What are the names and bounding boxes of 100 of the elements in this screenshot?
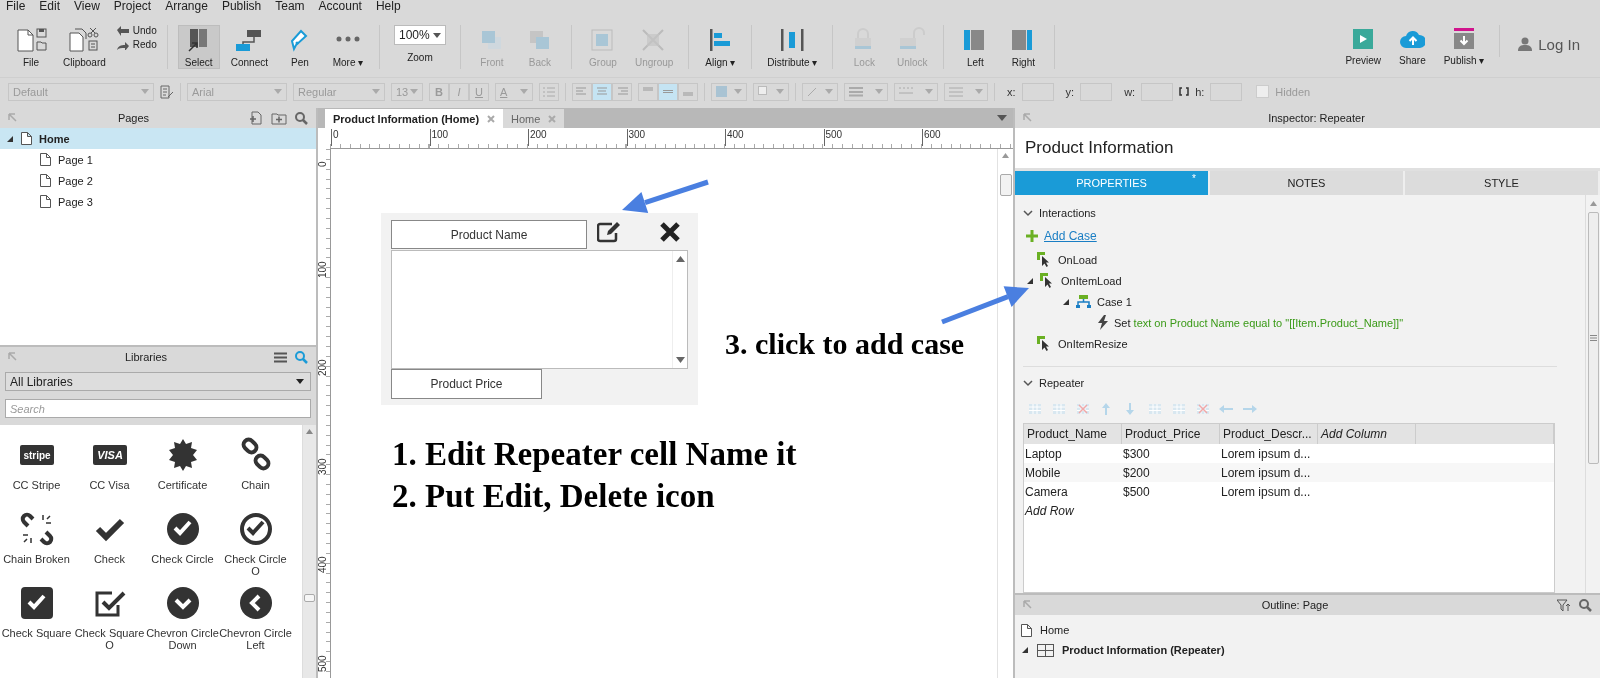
menu-item[interactable]: View xyxy=(74,0,100,15)
toolbar-button[interactable]: Select xyxy=(177,25,220,69)
page-item[interactable]: Page 2 xyxy=(0,170,316,191)
scroll-up-icon[interactable] xyxy=(675,256,685,262)
close-icon[interactable] xyxy=(659,222,681,242)
menu-item[interactable]: Project xyxy=(113,0,152,15)
menu-item[interactable]: File xyxy=(6,0,26,15)
filter-icon[interactable] xyxy=(1557,598,1571,612)
library-item[interactable]: stripe CC Stripe xyxy=(0,437,73,511)
library-item[interactable]: Check Circle O xyxy=(219,511,292,585)
search-icon[interactable] xyxy=(295,111,308,125)
outline-item[interactable]: Product Information (Repeater) xyxy=(1021,640,1600,660)
library-item[interactable]: Check xyxy=(73,511,146,585)
event-item[interactable]: OnItemLoad xyxy=(1061,274,1122,287)
caret-icon[interactable] xyxy=(997,115,1007,121)
scrollbar-thumb[interactable] xyxy=(1587,212,1599,464)
undo-button[interactable]: Undo xyxy=(116,25,157,36)
add-column-icon[interactable] xyxy=(1171,403,1185,415)
toolbar-button[interactable]: More ▾ xyxy=(326,25,369,69)
outline-item[interactable]: Home xyxy=(1021,620,1600,640)
add-folder-icon[interactable] xyxy=(271,111,287,125)
library-item[interactable]: Certificate xyxy=(146,437,219,511)
search-field[interactable]: Search xyxy=(5,399,311,418)
right-arrow-icon[interactable] xyxy=(1243,403,1257,415)
menu-item[interactable]: Team xyxy=(275,0,305,15)
library-item[interactable]: Chain xyxy=(219,437,292,511)
zoom-dropdown[interactable]: 100% xyxy=(393,25,446,45)
add-column-cell[interactable]: Add Column xyxy=(1318,424,1416,444)
document-tab[interactable]: Product Information (Home) xyxy=(325,109,504,128)
library-item[interactable]: Chain Broken xyxy=(0,511,73,585)
library-item[interactable]: Chevron Circle Left xyxy=(219,585,292,659)
collapse-icon[interactable] xyxy=(6,134,14,143)
menu-item[interactable]: Edit xyxy=(39,0,61,15)
column-header[interactable]: Product_Descr... xyxy=(1220,424,1318,444)
toolbar-button[interactable]: Clipboard xyxy=(58,25,111,69)
scroll-up-icon[interactable] xyxy=(1589,201,1597,206)
action-item[interactable]: Set text on Product Name equal to "[[Item.Product_Name]]" xyxy=(1114,316,1404,329)
collapse-icon[interactable] xyxy=(1023,379,1033,387)
pin-icon[interactable] xyxy=(8,113,18,123)
library-item[interactable]: Check Square O xyxy=(73,585,146,659)
library-item[interactable]: Chevron Circle Down xyxy=(146,585,219,659)
library-dropdown[interactable]: All Libraries xyxy=(5,372,311,391)
toolbar-button[interactable]: Distribute ▾ xyxy=(762,25,823,69)
collapse-icon[interactable] xyxy=(1023,209,1033,217)
menu-item[interactable]: Account xyxy=(318,0,362,15)
scrollbar-thumb[interactable] xyxy=(304,594,315,602)
toolbar-button[interactable]: Right xyxy=(1002,25,1045,69)
event-item[interactable]: OnItemResize xyxy=(1058,337,1128,350)
menu-item[interactable]: Arrange xyxy=(165,0,208,15)
collapse-icon[interactable] xyxy=(1062,297,1070,306)
toolbar-button[interactable]: Left xyxy=(954,25,997,69)
repeater-widget[interactable]: Product Name Product Price xyxy=(381,213,698,405)
library-item[interactable]: Check Square xyxy=(0,585,73,659)
pin-icon[interactable] xyxy=(1023,600,1033,610)
library-item[interactable]: Check Circle xyxy=(146,511,219,585)
page-item[interactable]: Page 1 xyxy=(0,149,316,170)
add-row-cell[interactable]: Add Row xyxy=(1024,501,1554,520)
search-icon[interactable] xyxy=(295,350,308,364)
login-button[interactable]: Log In xyxy=(1499,25,1600,57)
redo-button[interactable]: Redo xyxy=(116,39,157,50)
scrollbar-thumb[interactable] xyxy=(999,174,1012,196)
document-tab[interactable]: Home xyxy=(503,109,565,128)
toolbar-button[interactable]: Connect xyxy=(225,25,273,69)
page-item[interactable]: Page 3 xyxy=(0,191,316,212)
column-header[interactable]: Product_Name xyxy=(1024,424,1122,444)
add-row-icon[interactable] xyxy=(1027,403,1041,415)
scroll-up-icon[interactable] xyxy=(306,429,313,434)
search-icon[interactable] xyxy=(1579,598,1592,612)
pin-icon[interactable] xyxy=(1023,113,1033,123)
plus-icon[interactable] xyxy=(1026,230,1038,242)
pin-icon[interactable] xyxy=(8,352,18,362)
menu-icon[interactable] xyxy=(274,351,287,363)
add-page-icon[interactable] xyxy=(249,111,263,125)
menu-item[interactable]: Publish xyxy=(221,0,262,15)
delete-column-icon[interactable] xyxy=(1195,403,1209,415)
library-item[interactable]: VISA CC Visa xyxy=(73,437,146,511)
down-arrow-icon[interactable] xyxy=(1123,403,1137,415)
product-price-field[interactable]: Product Price xyxy=(391,369,542,399)
case-item[interactable]: Case 1 xyxy=(1097,295,1132,308)
collapse-icon[interactable] xyxy=(1026,276,1034,285)
event-item[interactable]: OnLoad xyxy=(1058,253,1098,266)
left-arrow-icon[interactable] xyxy=(1219,403,1233,415)
toolbar-button[interactable]: File xyxy=(10,25,52,69)
toolbar-button[interactable]: Publish ▾ xyxy=(1438,25,1490,69)
up-arrow-icon[interactable] xyxy=(1099,403,1113,415)
add-case-link[interactable]: Add Case xyxy=(1044,229,1097,243)
toolbar-button[interactable]: Preview xyxy=(1340,25,1386,69)
scroll-up-icon[interactable] xyxy=(1002,153,1009,158)
add-row-icon[interactable] xyxy=(1051,403,1065,415)
toolbar-button[interactable]: Pen xyxy=(278,25,321,69)
add-column-icon[interactable] xyxy=(1147,403,1161,415)
scroll-down-icon[interactable] xyxy=(675,357,685,363)
product-name-field[interactable]: Product Name xyxy=(391,220,587,249)
delete-row-icon[interactable] xyxy=(1075,403,1089,415)
collapse-icon[interactable] xyxy=(1021,646,1029,654)
toolbar-button[interactable]: Align ▾ xyxy=(699,25,742,69)
edit-icon[interactable] xyxy=(597,221,623,243)
column-header[interactable]: Product_Price xyxy=(1122,424,1220,444)
toolbar-button[interactable]: Share xyxy=(1394,25,1431,69)
menu-item[interactable]: Help xyxy=(375,0,401,15)
